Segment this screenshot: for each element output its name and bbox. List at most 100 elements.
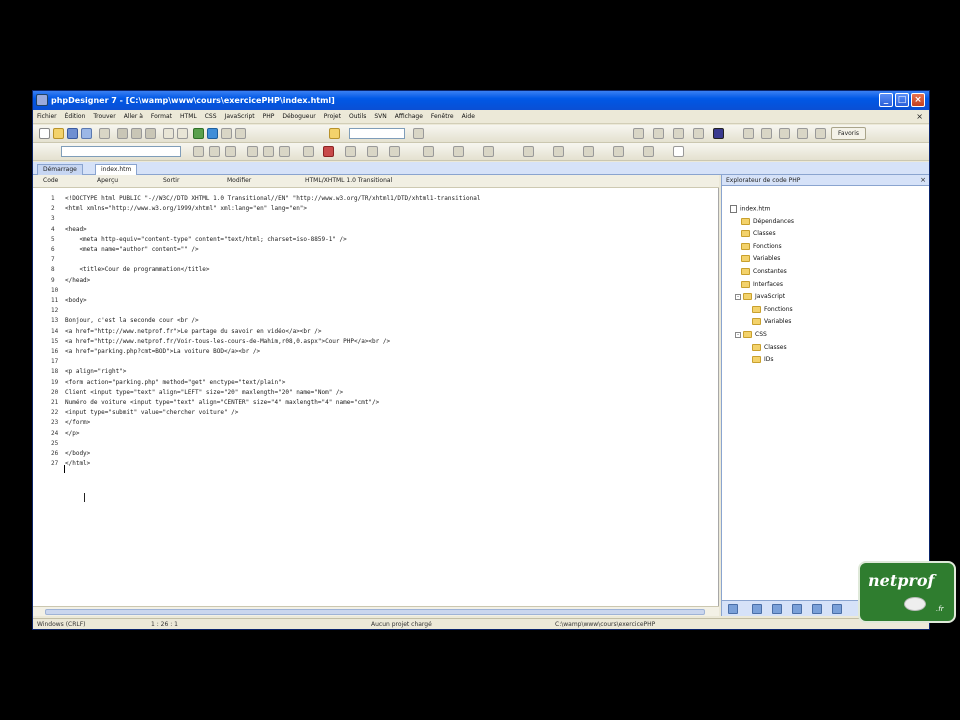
- panel-tab-icon[interactable]: [752, 604, 762, 614]
- cut-icon[interactable]: [117, 128, 128, 139]
- italic-icon[interactable]: [209, 146, 220, 157]
- tool-icon[interactable]: [523, 146, 534, 157]
- tool-icon[interactable]: [673, 146, 684, 157]
- tree-node[interactable]: Dépendances: [741, 217, 794, 228]
- horizontal-scrollbar[interactable]: [33, 606, 719, 616]
- tree-node[interactable]: Variables: [752, 318, 791, 328]
- settings-icon[interactable]: [653, 128, 664, 139]
- panel-tab-icon[interactable]: [812, 604, 822, 614]
- browser-icon[interactable]: [207, 128, 218, 139]
- menu-item[interactable]: Aller à: [120, 110, 147, 120]
- maximize-icon[interactable]: □: [895, 93, 909, 107]
- panel-close-icon[interactable]: ×: [920, 176, 926, 184]
- output-button[interactable]: Sortir: [159, 176, 183, 187]
- search-go-icon[interactable]: [413, 128, 424, 139]
- tree-node[interactable]: Classes: [752, 343, 787, 354]
- tree-node[interactable]: Variables: [741, 255, 780, 265]
- paste-icon[interactable]: [145, 128, 156, 139]
- print-icon[interactable]: [99, 128, 110, 139]
- search-input[interactable]: [349, 128, 405, 139]
- menu-item[interactable]: Outils: [345, 110, 370, 120]
- tool-icon[interactable]: [693, 128, 704, 139]
- panel-tab-icon[interactable]: [772, 604, 782, 614]
- layout-icon[interactable]: [761, 128, 772, 139]
- menu-item[interactable]: JavaScript: [221, 110, 259, 120]
- menu-item[interactable]: CSS: [201, 110, 221, 120]
- tool-icon[interactable]: [613, 146, 624, 157]
- tree-node[interactable]: Interfaces: [741, 280, 783, 291]
- panel-tab-icon[interactable]: [792, 604, 802, 614]
- undo-icon[interactable]: [163, 128, 174, 139]
- tool-icon[interactable]: [643, 146, 654, 157]
- save-icon[interactable]: [67, 128, 78, 139]
- panel-tab-icon[interactable]: [728, 604, 738, 614]
- menu-item[interactable]: PHP: [259, 110, 279, 120]
- modify-button[interactable]: Modifier: [223, 176, 255, 187]
- image-icon[interactable]: [345, 146, 356, 157]
- align-center-icon[interactable]: [263, 146, 274, 157]
- color-icon[interactable]: [323, 146, 334, 157]
- layout-icon[interactable]: [779, 128, 790, 139]
- find-icon[interactable]: [221, 128, 232, 139]
- tool-icon[interactable]: [583, 146, 594, 157]
- tree-node[interactable]: IDs: [752, 356, 774, 366]
- tree-expander-icon[interactable]: -: [735, 331, 741, 338]
- document-close-icon[interactable]: ×: [916, 112, 923, 121]
- tree-node[interactable]: Classes: [741, 230, 776, 240]
- tab-demarrage[interactable]: Démarrage: [37, 164, 83, 175]
- tool-icon[interactable]: [553, 146, 564, 157]
- redo-icon[interactable]: [177, 128, 188, 139]
- tool-icon[interactable]: [423, 146, 434, 157]
- align-right-icon[interactable]: [279, 146, 290, 157]
- tree-node[interactable]: - JavaScript: [735, 293, 785, 303]
- menu-item[interactable]: Fenêtre: [427, 110, 458, 120]
- function-select[interactable]: [61, 146, 181, 157]
- bold-icon[interactable]: [193, 146, 204, 157]
- new-file-icon[interactable]: [39, 128, 50, 139]
- menu-item[interactable]: Affichage: [391, 110, 427, 120]
- tree-expander-icon[interactable]: -: [735, 293, 741, 300]
- layout-icon[interactable]: [815, 128, 826, 139]
- tree-node[interactable]: Fonctions: [752, 305, 793, 316]
- doctype-select[interactable]: HTML/XHTML 1.0 Transitional: [301, 176, 396, 187]
- close-icon[interactable]: ×: [911, 93, 925, 107]
- menu-item[interactable]: Aide: [458, 110, 479, 120]
- tab-index[interactable]: index.htm: [95, 164, 138, 175]
- preview-button[interactable]: Aperçu: [93, 176, 122, 187]
- code-editor[interactable]: 1 <!DOCTYPE html PUBLIC "-//W3C//DTD XHTM…: [33, 188, 719, 606]
- tree-node[interactable]: Fonctions: [741, 242, 782, 253]
- save-all-icon[interactable]: [81, 128, 92, 139]
- minimize-icon[interactable]: _: [879, 93, 893, 107]
- open-folder-icon[interactable]: [53, 128, 64, 139]
- tool-icon[interactable]: [673, 128, 684, 139]
- layout-icon[interactable]: [797, 128, 808, 139]
- bookmark-icon[interactable]: [329, 128, 340, 139]
- form-icon[interactable]: [389, 146, 400, 157]
- favorites-button[interactable]: Favoris: [831, 127, 867, 140]
- align-left-icon[interactable]: [247, 146, 258, 157]
- tree-node[interactable]: index.htm: [730, 205, 770, 215]
- tool-icon[interactable]: [483, 146, 494, 157]
- menu-item[interactable]: Édition: [61, 110, 90, 120]
- copy-icon[interactable]: [131, 128, 142, 139]
- scrollbar-thumb[interactable]: [45, 609, 705, 615]
- menu-item[interactable]: Fichier: [33, 110, 61, 120]
- menu-item[interactable]: HTML: [176, 110, 201, 120]
- code-view-button[interactable]: Code: [39, 176, 62, 187]
- menu-item[interactable]: Projet: [320, 110, 345, 120]
- panel-tab-icon[interactable]: [832, 604, 842, 614]
- run-icon[interactable]: [193, 128, 204, 139]
- link-icon[interactable]: [303, 146, 314, 157]
- tree-node[interactable]: - CSS: [735, 331, 767, 341]
- tree-node[interactable]: Constantes: [741, 268, 787, 278]
- globe-icon[interactable]: [713, 128, 724, 139]
- table-icon[interactable]: [367, 146, 378, 157]
- replace-icon[interactable]: [235, 128, 246, 139]
- underline-icon[interactable]: [225, 146, 236, 157]
- menu-item[interactable]: Format: [147, 110, 176, 120]
- tool-icon[interactable]: [633, 128, 644, 139]
- menu-item[interactable]: Trouver: [89, 110, 119, 120]
- tool-icon[interactable]: [453, 146, 464, 157]
- menu-item[interactable]: SVN: [370, 110, 390, 120]
- layout-icon[interactable]: [743, 128, 754, 139]
